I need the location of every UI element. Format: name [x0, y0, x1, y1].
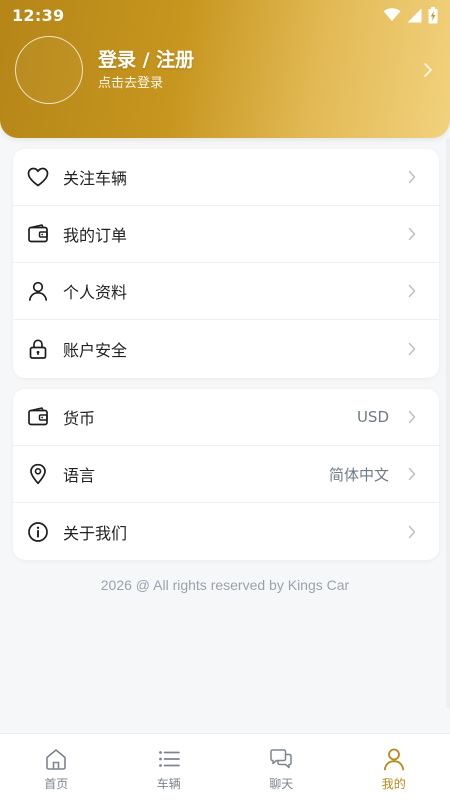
login-entry[interactable]: 登录 / 注册 点击去登录 — [15, 36, 435, 104]
menu-item-label: 个人资料 — [63, 283, 128, 302]
chevron-right-icon — [407, 341, 417, 357]
tab-chat[interactable]: 聊天 — [225, 734, 338, 800]
wifi-icon — [383, 8, 401, 22]
login-subtitle: 点击去登录 — [98, 76, 164, 91]
login-text-block[interactable]: 登录 / 注册 点击去登录 — [98, 47, 421, 93]
menu-item-label: 关于我们 — [63, 523, 128, 543]
avatar[interactable] — [15, 36, 83, 104]
profile-screen: 12:39 登录 / 注册 点击去登录 关注车辆 我的订单 个人资料 账户安全 … — [0, 0, 450, 800]
wallet-icon — [26, 405, 50, 429]
menu-item-label: 语言 — [63, 466, 96, 485]
status-icons — [383, 6, 438, 24]
login-title: 登录 / 注册 — [98, 49, 195, 71]
user-icon — [26, 279, 50, 303]
chevron-right-icon — [407, 466, 417, 482]
menu-item-my-orders[interactable]: 我的订单 — [13, 206, 439, 263]
location-pin-icon — [26, 462, 50, 486]
chevron-right-icon — [407, 169, 417, 185]
info-icon — [26, 520, 50, 544]
menu-item-language[interactable]: 语言 简体中文 — [13, 446, 439, 503]
tab-label: 我的 — [381, 777, 406, 791]
profile-header: 12:39 登录 / 注册 点击去登录 — [0, 0, 450, 138]
battery-charging-icon — [428, 6, 438, 24]
menu-item-profile[interactable]: 个人资料 — [13, 263, 439, 320]
currency-value: USD — [356, 408, 389, 426]
tab-mine[interactable]: 我的 — [338, 734, 450, 800]
chat-icon — [268, 746, 294, 772]
menu-item-label: 我的订单 — [63, 226, 128, 245]
wallet-icon — [26, 222, 50, 246]
lock-icon — [26, 337, 50, 361]
menu-item-label: 账户安全 — [63, 340, 128, 360]
list-icon — [156, 746, 182, 772]
menu-item-followed-vehicles[interactable]: 关注车辆 — [13, 149, 439, 206]
status-bar: 12:39 — [0, 0, 450, 30]
chevron-right-icon — [421, 61, 435, 79]
menu-item-currency[interactable]: 货币 USD — [13, 389, 439, 446]
home-icon — [43, 746, 69, 772]
menu-item-label: 关注车辆 — [63, 169, 128, 188]
settings-menu-card: 货币 USD 语言 简体中文 关于我们 — [13, 389, 439, 560]
tab-label: 车辆 — [156, 777, 181, 791]
menu-item-about-us[interactable]: 关于我们 — [13, 503, 439, 560]
menu-item-account-security[interactable]: 账户安全 — [13, 320, 439, 377]
tab-label: 首页 — [44, 777, 69, 791]
chevron-right-icon — [407, 226, 417, 242]
account-menu-card: 关注车辆 我的订单 个人资料 账户安全 — [13, 149, 439, 378]
chevron-right-icon — [407, 283, 417, 299]
language-value: 简体中文 — [328, 465, 389, 484]
tab-home[interactable]: 首页 — [0, 734, 113, 800]
tab-vehicles[interactable]: 车辆 — [113, 734, 226, 800]
tab-label: 聊天 — [269, 777, 294, 791]
scrollbar[interactable] — [446, 138, 450, 708]
cellular-signal-icon — [407, 8, 422, 23]
user-icon — [381, 746, 407, 772]
bottom-tab-bar: 首页 车辆 聊天 我的 — [0, 733, 450, 800]
copyright-text: 2026 @ All rights reserved by Kings Car — [100, 577, 350, 593]
heart-icon — [26, 165, 50, 189]
chevron-right-icon — [407, 409, 417, 425]
chevron-right-icon — [407, 524, 417, 540]
menu-item-label: 货币 — [63, 409, 96, 428]
status-time: 12:39 — [12, 5, 65, 25]
